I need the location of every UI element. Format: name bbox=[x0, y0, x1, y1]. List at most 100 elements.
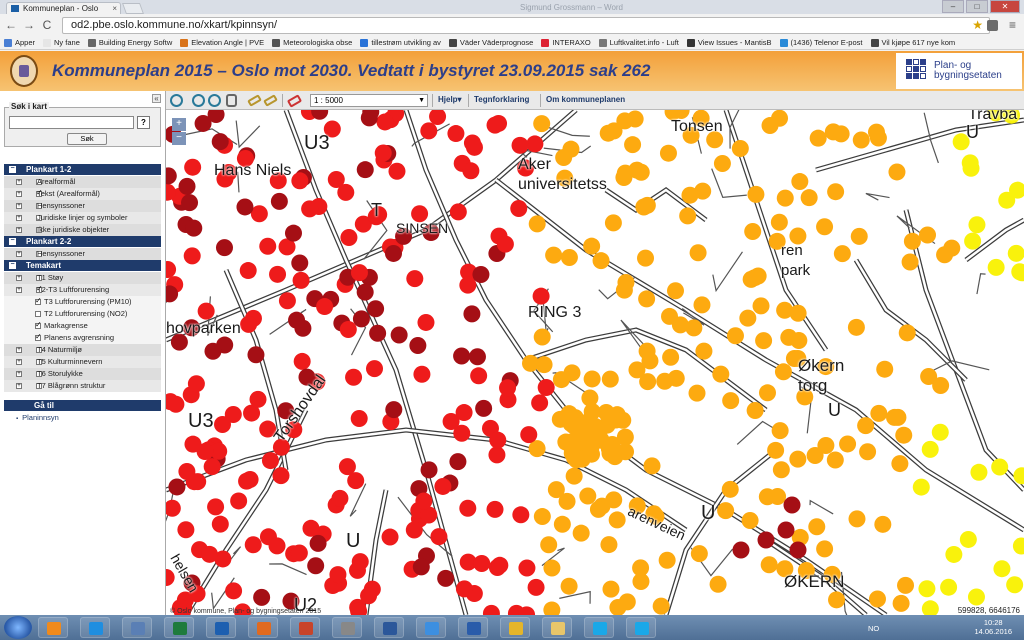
expand-layer-icon[interactable]: + bbox=[16, 347, 22, 353]
expand-layer-icon[interactable]: + bbox=[16, 215, 22, 221]
pan-hand-icon[interactable] bbox=[226, 94, 237, 107]
collapse-section-icon[interactable]: − bbox=[9, 237, 16, 245]
layer-row[interactable]: + Hensynssoner bbox=[4, 248, 161, 260]
expand-layer-icon[interactable]: + bbox=[16, 251, 22, 257]
layer-row[interactable]: + Tekst (Arealformål) bbox=[4, 187, 161, 200]
scale-select[interactable]: 1 : 5000 ▼ bbox=[310, 94, 428, 107]
layer-row[interactable]: + T1 Støy bbox=[4, 272, 161, 284]
taskbar-app[interactable] bbox=[626, 617, 656, 638]
legend-link[interactable]: Tegnforklaring bbox=[474, 95, 529, 104]
taskbar-app[interactable] bbox=[500, 617, 530, 638]
taskbar-app[interactable] bbox=[248, 617, 278, 638]
back-button[interactable]: ← bbox=[4, 18, 18, 32]
layer-row[interactable]: + Arealformål bbox=[4, 176, 161, 188]
map-zoom-out-button[interactable]: − bbox=[172, 132, 186, 145]
bookmark-item[interactable]: Building Energy Softw bbox=[87, 38, 172, 47]
taskbar-app[interactable] bbox=[206, 617, 236, 638]
bookmark-item[interactable]: Luftkvalitet.info - Luft bbox=[598, 38, 679, 47]
layer-row[interactable]: + Ikke juridiske objekter bbox=[4, 224, 161, 236]
tab-kommuneplan[interactable]: Kommuneplan - Oslo × bbox=[6, 2, 121, 14]
measure-icon[interactable] bbox=[263, 94, 278, 107]
bookmark-item[interactable]: Apper bbox=[4, 38, 35, 47]
layer-row[interactable]: + T4 Naturmiljø bbox=[4, 344, 161, 356]
taskbar-app[interactable] bbox=[542, 617, 572, 638]
map-canvas[interactable]: + − U3 Hans Niels T SINSEN Aker universitetss… bbox=[166, 110, 1024, 615]
taskbar-app[interactable] bbox=[290, 617, 320, 638]
help-menu[interactable]: Hjelp▾ bbox=[438, 95, 462, 104]
bookmark-item[interactable]: Väder Väderprognose bbox=[448, 38, 533, 47]
tab-close-icon[interactable]: × bbox=[112, 3, 117, 14]
bookmark-star-icon[interactable]: ★ bbox=[972, 18, 983, 33]
layer-section-header[interactable]: − Plankart 1-2 bbox=[4, 164, 161, 175]
search-button[interactable]: Søk bbox=[67, 133, 107, 145]
maximize-button[interactable]: □ bbox=[966, 0, 988, 13]
search-input[interactable] bbox=[9, 116, 134, 129]
bookmark-item[interactable]: View Issues - MantisB bbox=[686, 38, 772, 47]
clock[interactable]: 10:28 14.06.2016 bbox=[974, 618, 1012, 636]
language-indicator[interactable]: NO bbox=[868, 624, 879, 633]
expand-layer-icon[interactable]: + bbox=[16, 203, 22, 209]
extension-icon[interactable] bbox=[987, 20, 998, 31]
zoom-out-icon[interactable] bbox=[208, 94, 221, 107]
address-bar[interactable]: od2.pbe.oslo.kommune.no/xkart/kpinnsyn/ … bbox=[62, 17, 990, 34]
layer-section-header[interactable]: − Temakart bbox=[4, 260, 161, 271]
zoom-in-icon[interactable] bbox=[192, 94, 205, 107]
taskbar-app[interactable] bbox=[38, 617, 68, 638]
layer-row[interactable]: Markagrense bbox=[4, 319, 161, 332]
collapse-section-icon[interactable]: − bbox=[9, 165, 16, 173]
chrome-menu-button[interactable]: ≡ bbox=[1009, 19, 1016, 31]
expand-layer-icon[interactable]: + bbox=[16, 191, 22, 197]
taskbar-app[interactable] bbox=[122, 617, 152, 638]
eraser-icon[interactable] bbox=[286, 94, 303, 108]
forward-button[interactable]: → bbox=[22, 18, 36, 32]
bookmark-item[interactable]: Meteorologiska obse bbox=[272, 38, 352, 47]
layer-checkbox[interactable] bbox=[35, 331, 42, 343]
expand-layer-icon[interactable]: + bbox=[16, 383, 22, 389]
expand-layer-icon[interactable]: + bbox=[16, 359, 22, 365]
about-link[interactable]: Om kommuneplanen bbox=[546, 95, 625, 104]
layer-section-header[interactable]: − Plankart 2-2 bbox=[4, 236, 161, 247]
taskbar-app[interactable] bbox=[584, 617, 614, 638]
layer-row[interactable]: + Hensynssoner bbox=[4, 200, 161, 212]
layer-row[interactable]: + T2-T3 Luftforurensing bbox=[4, 283, 161, 296]
expand-layer-icon[interactable]: + bbox=[16, 179, 22, 185]
taskbar-app[interactable] bbox=[458, 617, 488, 638]
layer-row[interactable]: + Juridiske linjer og symboler bbox=[4, 212, 161, 224]
taskbar-app[interactable] bbox=[332, 617, 362, 638]
expand-layer-icon[interactable]: + bbox=[16, 371, 22, 377]
search-help-button[interactable]: ? bbox=[137, 116, 150, 129]
agency-logo[interactable]: Plan- og bygningsetaten bbox=[896, 53, 1022, 89]
bookmark-item[interactable]: Ny fane bbox=[43, 38, 80, 47]
layer-row[interactable]: T3 Luftforurensing (PM10) bbox=[4, 295, 161, 308]
bookmark-item[interactable]: INTERAXO bbox=[541, 38, 591, 47]
start-button[interactable] bbox=[4, 616, 32, 639]
layer-checkbox[interactable] bbox=[35, 311, 41, 317]
planinnsyn-link[interactable]: Planinnsyn bbox=[16, 413, 59, 422]
new-tab-button[interactable] bbox=[121, 3, 145, 14]
expand-layer-icon[interactable]: + bbox=[16, 275, 22, 281]
layer-checkbox[interactable] bbox=[35, 319, 42, 331]
collapse-section-icon[interactable]: − bbox=[9, 261, 16, 269]
bookmark-item[interactable]: Vil kjøpe 617 nye kom bbox=[870, 38, 955, 47]
close-window-button[interactable]: ✕ bbox=[990, 0, 1020, 13]
layer-row[interactable]: + T7 Blågrønn struktur bbox=[4, 380, 161, 392]
taskbar-app[interactable] bbox=[80, 617, 110, 638]
taskbar-app[interactable] bbox=[374, 617, 404, 638]
draw-icon[interactable] bbox=[247, 94, 262, 107]
expand-layer-icon[interactable]: + bbox=[16, 227, 22, 233]
bookmark-item[interactable]: Elevation Angle | PVE bbox=[180, 38, 264, 47]
layer-row[interactable]: + T5 Kulturminnevern bbox=[4, 356, 161, 368]
layer-row[interactable]: Planens avgrensning bbox=[4, 331, 161, 344]
map-zoom-in-button[interactable]: + bbox=[172, 118, 186, 131]
reload-button[interactable]: C bbox=[40, 18, 54, 32]
layer-checkbox[interactable] bbox=[35, 295, 42, 307]
collapse-panel-button[interactable]: « bbox=[152, 94, 161, 103]
minimize-button[interactable]: – bbox=[942, 0, 964, 13]
expand-layer-icon[interactable]: + bbox=[16, 287, 22, 293]
taskbar-app[interactable] bbox=[164, 617, 194, 638]
layer-row[interactable]: + T6 Storulykke bbox=[4, 368, 161, 380]
taskbar-app[interactable] bbox=[416, 617, 446, 638]
layer-row[interactable]: T2 Luftforurensing (NO2) bbox=[4, 308, 161, 320]
bookmark-item[interactable]: (1436) Telenor E-post bbox=[779, 38, 863, 47]
zoom-full-icon[interactable] bbox=[170, 94, 183, 107]
